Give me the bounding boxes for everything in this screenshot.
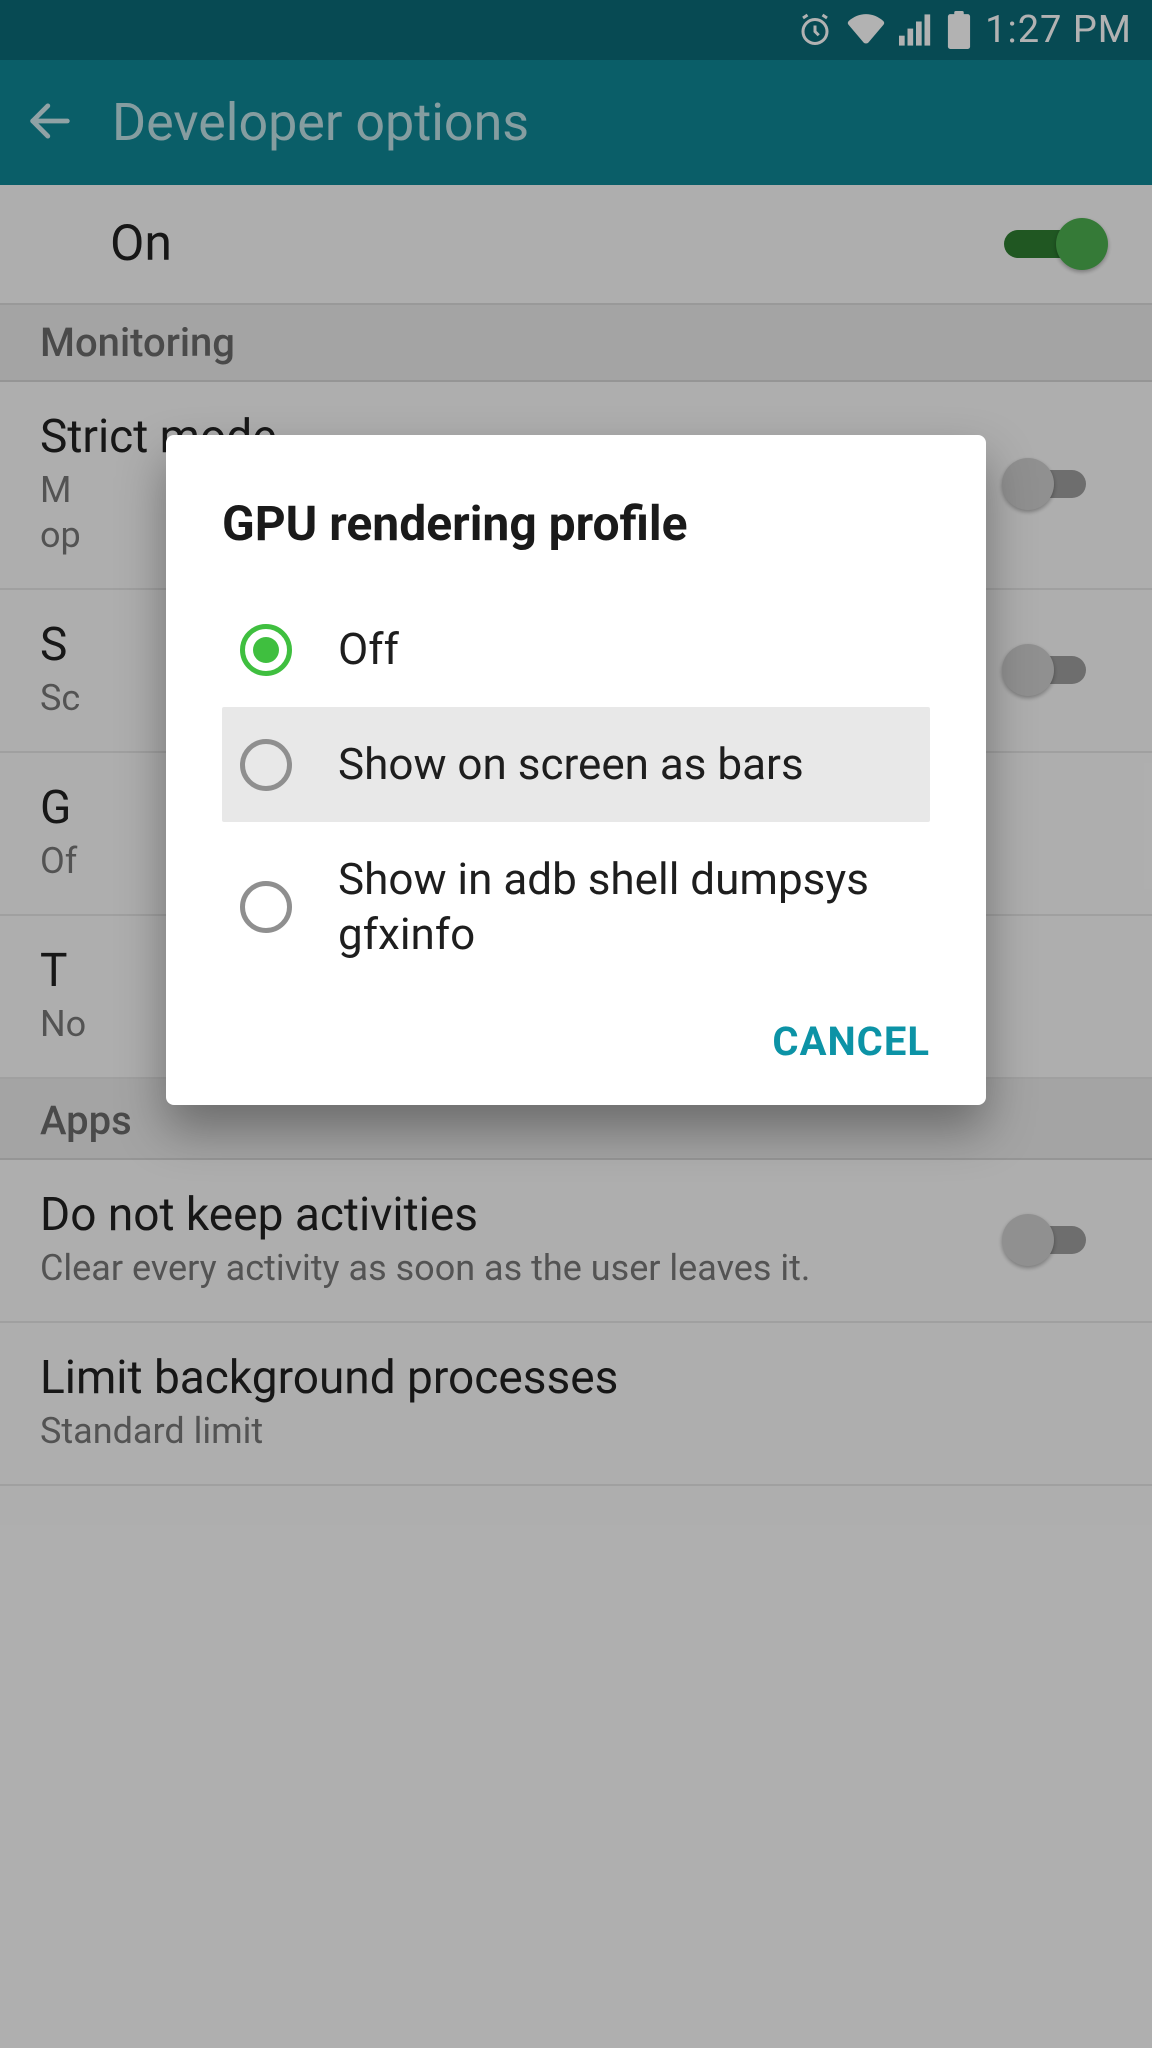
dialog-option-adb[interactable]: Show in adb shell dumpsys gfxinfo — [222, 822, 930, 992]
dialog-option-bars[interactable]: Show on screen as bars — [222, 707, 930, 822]
dialog-option-off[interactable]: Off — [222, 592, 930, 707]
option-label: Show in adb shell dumpsys gfxinfo — [338, 852, 912, 962]
radio-icon — [240, 881, 292, 933]
gpu-rendering-dialog: GPU rendering profile Off Show on screen… — [166, 435, 986, 1105]
radio-icon — [240, 739, 292, 791]
cancel-button[interactable]: CANCEL — [772, 1018, 930, 1065]
option-label: Off — [338, 622, 399, 677]
radio-icon — [240, 624, 292, 676]
dialog-actions: CANCEL — [166, 992, 986, 1075]
dialog-title: GPU rendering profile — [166, 495, 986, 592]
dialog-options: Off Show on screen as bars Show in adb s… — [166, 592, 986, 992]
option-label: Show on screen as bars — [338, 737, 804, 792]
dialog-scrim[interactable]: GPU rendering profile Off Show on screen… — [0, 0, 1152, 2048]
